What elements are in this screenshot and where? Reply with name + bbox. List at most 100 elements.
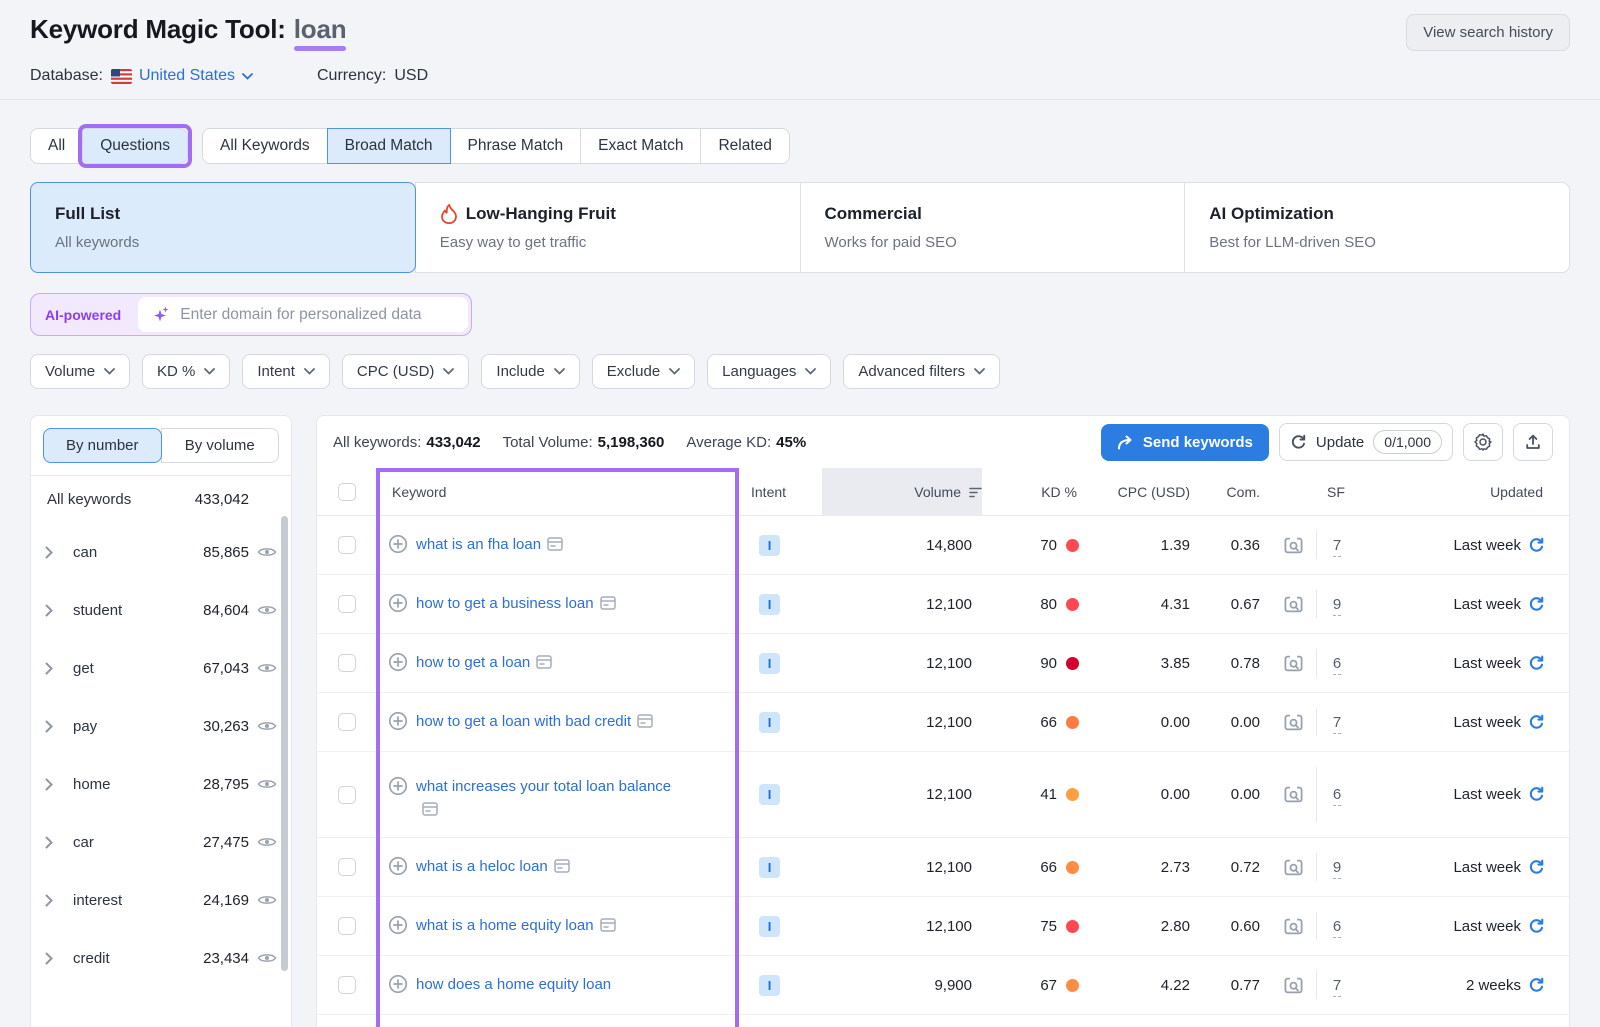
sf-count[interactable]: 7 xyxy=(1333,977,1341,997)
row-checkbox[interactable] xyxy=(338,595,356,613)
update-button[interactable]: Update 0/1,000 xyxy=(1279,423,1453,461)
keyword-link[interactable]: how to get a loan with bad credit xyxy=(416,711,653,734)
eye-icon[interactable] xyxy=(257,719,277,733)
plus-circle-icon[interactable] xyxy=(388,534,408,554)
col-kd[interactable]: KD % xyxy=(982,484,1087,500)
serp-preview-button[interactable] xyxy=(1270,838,1317,896)
row-checkbox[interactable] xyxy=(338,786,356,804)
filter-intent[interactable]: Intent xyxy=(242,354,330,389)
row-checkbox[interactable] xyxy=(338,917,356,935)
row-checkbox[interactable] xyxy=(338,713,356,731)
sidebar-scrollbar[interactable] xyxy=(281,516,288,971)
sf-count[interactable]: 9 xyxy=(1333,859,1341,879)
serp-preview-button[interactable] xyxy=(1270,752,1317,837)
export-button[interactable] xyxy=(1513,423,1553,461)
refresh-row-icon[interactable] xyxy=(1528,714,1545,731)
col-sf[interactable]: SF xyxy=(1317,484,1357,500)
row-checkbox[interactable] xyxy=(338,976,356,994)
keyword-link[interactable]: what is a heloc loan xyxy=(416,856,570,879)
serp-page-icon[interactable] xyxy=(547,537,563,551)
serp-page-icon[interactable] xyxy=(600,918,616,932)
col-keyword[interactable]: Keyword xyxy=(376,484,739,500)
sf-count[interactable]: 6 xyxy=(1333,918,1341,938)
eye-icon[interactable] xyxy=(257,835,277,849)
eye-icon[interactable] xyxy=(257,545,277,559)
select-all-checkbox[interactable] xyxy=(338,483,356,501)
plus-circle-icon[interactable] xyxy=(388,776,408,796)
serp-page-icon[interactable] xyxy=(554,859,570,873)
sort-by-number-button[interactable]: By number xyxy=(43,428,162,463)
tab-all-keywords[interactable]: All Keywords xyxy=(202,128,328,164)
card-full-list[interactable]: Full List All keywords xyxy=(30,182,416,273)
serp-preview-button[interactable] xyxy=(1270,956,1317,1014)
keyword-link[interactable]: what increases your total loan balance xyxy=(416,776,686,821)
keyword-link[interactable]: how does a home equity loan xyxy=(416,974,611,997)
sidebar-group-student[interactable]: student 84,604 xyxy=(31,581,291,639)
serp-page-icon[interactable] xyxy=(536,655,552,669)
col-updated[interactable]: Updated xyxy=(1357,484,1569,500)
sidebar-group-car[interactable]: car 27,475 xyxy=(31,813,291,871)
refresh-row-icon[interactable] xyxy=(1528,786,1545,803)
serp-preview-button[interactable] xyxy=(1270,693,1317,751)
filter-volume[interactable]: Volume xyxy=(30,354,130,389)
sf-count[interactable]: 9 xyxy=(1333,596,1341,616)
col-volume[interactable]: Volume xyxy=(822,468,982,516)
sidebar-group-interest[interactable]: interest 24,169 xyxy=(31,871,291,929)
eye-icon[interactable] xyxy=(257,893,277,907)
sidebar-all-keywords-row[interactable]: All keywords 433,042 xyxy=(31,475,291,523)
plus-circle-icon[interactable] xyxy=(388,974,408,994)
plus-circle-icon[interactable] xyxy=(388,915,408,935)
filter-include[interactable]: Include xyxy=(481,354,579,389)
database-selector[interactable]: United States xyxy=(111,67,253,85)
sf-count[interactable]: 7 xyxy=(1333,714,1341,734)
sort-by-volume-button[interactable]: By volume xyxy=(161,428,280,463)
serp-preview-button[interactable] xyxy=(1270,516,1317,574)
card-low-hanging-fruit[interactable]: Low-Hanging Fruit Easy way to get traffi… xyxy=(415,182,801,273)
sidebar-group-can[interactable]: can 85,865 xyxy=(31,523,291,581)
card-ai-optimization[interactable]: AI Optimization Best for LLM-driven SEO xyxy=(1184,182,1570,273)
refresh-row-icon[interactable] xyxy=(1528,918,1545,935)
serp-preview-button[interactable] xyxy=(1270,575,1317,633)
sf-count[interactable]: 6 xyxy=(1333,786,1341,806)
tab-exact-match[interactable]: Exact Match xyxy=(580,128,701,164)
serp-page-icon[interactable] xyxy=(422,802,438,816)
tab-phrase-match[interactable]: Phrase Match xyxy=(450,128,582,164)
sidebar-group-pay[interactable]: pay 30,263 xyxy=(31,697,291,755)
serp-preview-button[interactable] xyxy=(1270,897,1317,955)
col-intent[interactable]: Intent xyxy=(739,484,822,500)
eye-icon[interactable] xyxy=(257,603,277,617)
keyword-link[interactable]: what is a home equity loan xyxy=(416,915,616,938)
sf-count[interactable]: 7 xyxy=(1333,537,1341,557)
plus-circle-icon[interactable] xyxy=(388,856,408,876)
keyword-link[interactable]: what is an fha loan xyxy=(416,534,563,557)
tab-questions[interactable]: Questions xyxy=(82,128,188,164)
refresh-row-icon[interactable] xyxy=(1528,537,1545,554)
plus-circle-icon[interactable] xyxy=(388,711,408,731)
tab-related[interactable]: Related xyxy=(700,128,789,164)
eye-icon[interactable] xyxy=(257,661,277,675)
row-checkbox[interactable] xyxy=(338,654,356,672)
tab-broad-match[interactable]: Broad Match xyxy=(327,128,451,164)
plus-circle-icon[interactable] xyxy=(388,593,408,613)
col-cpc[interactable]: CPC (USD) xyxy=(1087,484,1200,500)
keyword-link[interactable]: how to get a loan xyxy=(416,652,552,675)
eye-icon[interactable] xyxy=(257,777,277,791)
table-settings-button[interactable] xyxy=(1463,423,1503,461)
send-keywords-button[interactable]: Send keywords xyxy=(1101,424,1269,461)
keyword-link[interactable]: how to get a business loan xyxy=(416,593,616,616)
filter-advanced[interactable]: Advanced filters xyxy=(843,354,1000,389)
refresh-row-icon[interactable] xyxy=(1528,655,1545,672)
filter-languages[interactable]: Languages xyxy=(707,354,831,389)
sidebar-group-get[interactable]: get 67,043 xyxy=(31,639,291,697)
serp-page-icon[interactable] xyxy=(600,596,616,610)
card-commercial[interactable]: Commercial Works for paid SEO xyxy=(800,182,1186,273)
row-checkbox[interactable] xyxy=(338,536,356,554)
sidebar-group-credit[interactable]: credit 23,434 xyxy=(31,929,291,987)
refresh-row-icon[interactable] xyxy=(1528,977,1545,994)
row-checkbox[interactable] xyxy=(338,858,356,876)
refresh-row-icon[interactable] xyxy=(1528,596,1545,613)
filter-cpc[interactable]: CPC (USD) xyxy=(342,354,470,389)
serp-page-icon[interactable] xyxy=(637,714,653,728)
filter-kd[interactable]: KD % xyxy=(142,354,230,389)
domain-input[interactable]: Enter domain for personalized data xyxy=(138,297,468,332)
